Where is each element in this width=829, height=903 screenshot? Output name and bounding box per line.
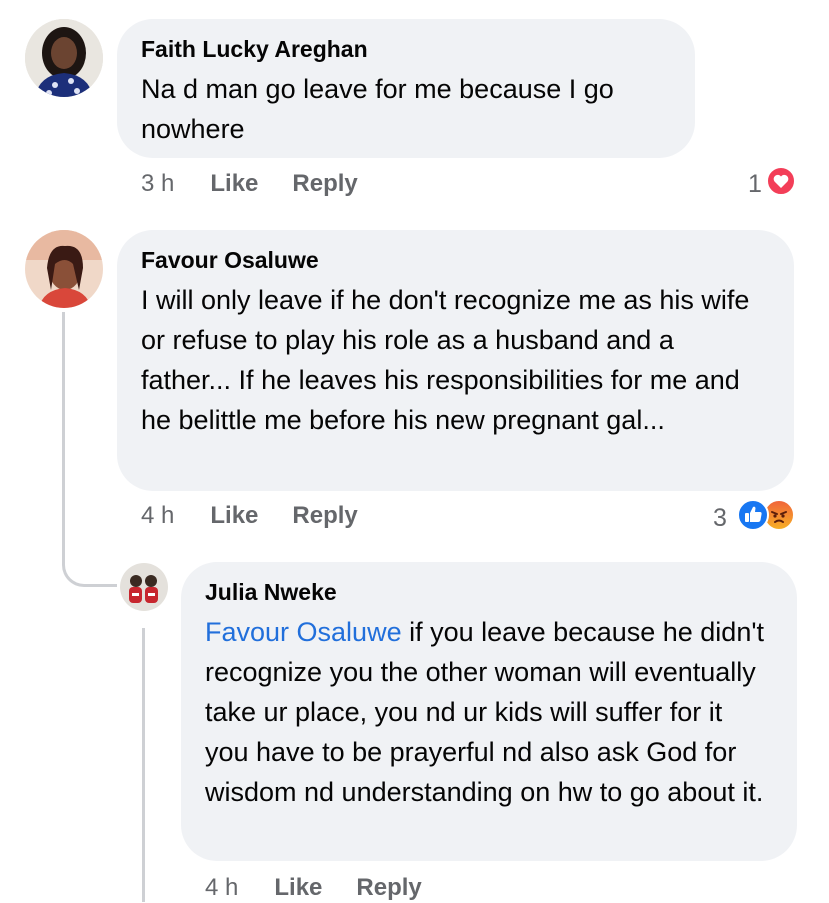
reply-button[interactable]: Reply — [292, 501, 357, 531]
comment-text: Favour Osaluwe if you leave because he d… — [205, 612, 773, 812]
avatar-image — [120, 563, 168, 611]
comment-timestamp[interactable]: 3 h — [141, 169, 174, 199]
avatar-julia-nweke[interactable] — [120, 563, 168, 611]
thread-line-reply — [62, 312, 117, 587]
like-button[interactable]: Like — [274, 873, 322, 903]
avatar-favour-osaluwe[interactable] — [25, 230, 103, 308]
comment-author[interactable]: Julia Nweke — [205, 578, 773, 606]
reaction-summary[interactable]: 1 — [748, 166, 796, 203]
comment-bubble: Favour Osaluwe I will only leave if he d… — [117, 230, 794, 491]
comment-actions: 4 h Like Reply — [205, 873, 456, 903]
like-button[interactable]: Like — [210, 501, 258, 531]
comment-actions: 3 h Like Reply — [141, 169, 392, 199]
reply-button[interactable]: Reply — [292, 169, 357, 199]
reaction-count: 1 — [748, 170, 762, 198]
comment-author[interactable]: Favour Osaluwe — [141, 246, 770, 274]
reply-button[interactable]: Reply — [356, 873, 421, 903]
avatar-faith-lucky-areghan[interactable] — [25, 19, 103, 97]
comment-bubble: Julia Nweke Favour Osaluwe if you leave … — [181, 562, 797, 861]
comment-actions: 4 h Like Reply — [141, 501, 392, 531]
avatar-image — [25, 230, 103, 308]
reaction-summary[interactable]: 3 — [713, 499, 795, 538]
comment-timestamp[interactable]: 4 h — [141, 501, 174, 531]
comment-bubble: Faith Lucky Areghan Na d man go leave fo… — [117, 19, 695, 158]
mention-link[interactable]: Favour Osaluwe — [205, 617, 402, 647]
comment-timestamp[interactable]: 4 h — [205, 873, 238, 903]
like-button[interactable]: Like — [210, 169, 258, 199]
love-icon — [765, 166, 796, 203]
like-icon — [736, 499, 769, 538]
comment-text: I will only leave if he don't recognize … — [141, 285, 750, 435]
comment-text: Na d man go leave for me because I go no… — [141, 74, 614, 144]
avatar-image — [25, 19, 103, 97]
comment-author[interactable]: Faith Lucky Areghan — [141, 35, 671, 63]
thread-line-continuation — [142, 628, 145, 902]
reaction-count: 3 — [713, 504, 727, 532]
